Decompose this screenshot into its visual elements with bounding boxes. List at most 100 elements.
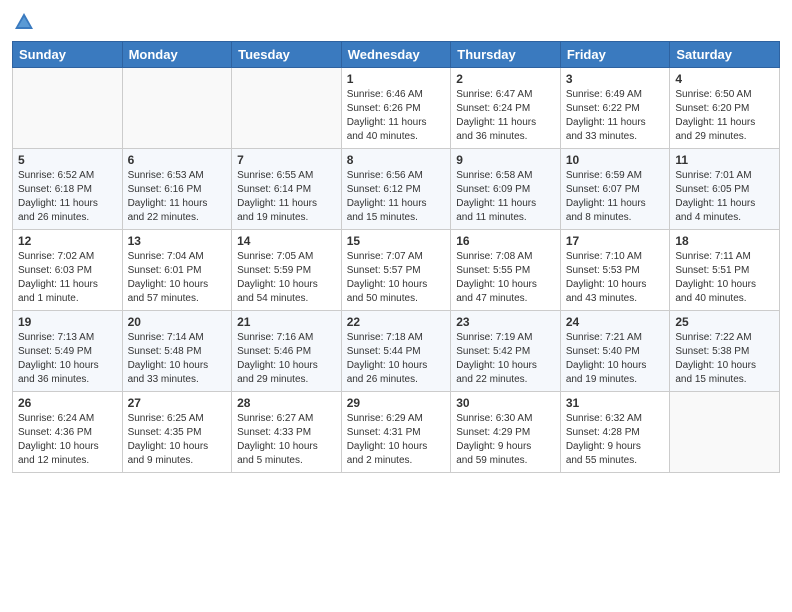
calendar-table: SundayMondayTuesdayWednesdayThursdayFrid…: [12, 41, 780, 473]
day-number: 18: [675, 234, 774, 248]
day-info: Sunrise: 7:16 AM Sunset: 5:46 PM Dayligh…: [237, 331, 336, 387]
day-info: Sunrise: 6:53 AM Sunset: 6:16 PM Dayligh…: [128, 169, 227, 225]
day-info: Sunrise: 6:30 AM Sunset: 4:29 PM Dayligh…: [456, 412, 555, 468]
calendar-cell: 26 Sunrise: 6:24 AM Sunset: 4:36 PM Dayli…: [13, 391, 123, 472]
calendar-cell: [122, 67, 232, 148]
day-number: 27: [128, 396, 227, 410]
calendar-cell: 23 Sunrise: 7:19 AM Sunset: 5:42 PM Dayli…: [451, 310, 561, 391]
day-info: Sunrise: 7:01 AM Sunset: 6:05 PM Dayligh…: [675, 169, 774, 225]
page-container: SundayMondayTuesdayWednesdayThursdayFrid…: [0, 0, 792, 483]
day-info: Sunrise: 7:19 AM Sunset: 5:42 PM Dayligh…: [456, 331, 555, 387]
day-info: Sunrise: 6:47 AM Sunset: 6:24 PM Dayligh…: [456, 88, 555, 144]
day-number: 4: [675, 72, 774, 86]
day-info: Sunrise: 6:27 AM Sunset: 4:33 PM Dayligh…: [237, 412, 336, 468]
day-info: Sunrise: 7:22 AM Sunset: 5:38 PM Dayligh…: [675, 331, 774, 387]
calendar-cell: 18 Sunrise: 7:11 AM Sunset: 5:51 PM Dayli…: [670, 229, 780, 310]
day-number: 1: [347, 72, 446, 86]
weekday-header-monday: Monday: [122, 41, 232, 67]
day-info: Sunrise: 7:13 AM Sunset: 5:49 PM Dayligh…: [18, 331, 117, 387]
calendar-cell: 15 Sunrise: 7:07 AM Sunset: 5:57 PM Dayli…: [341, 229, 451, 310]
day-number: 10: [566, 153, 665, 167]
weekday-header-friday: Friday: [560, 41, 670, 67]
calendar-week-2: 5Sunrise: 6:52 AM Sunset: 6:18 PM Daylig…: [13, 148, 780, 229]
calendar-cell: 25 Sunrise: 7:22 AM Sunset: 5:38 PM Dayli…: [670, 310, 780, 391]
day-info: Sunrise: 7:14 AM Sunset: 5:48 PM Dayligh…: [128, 331, 227, 387]
day-number: 7: [237, 153, 336, 167]
day-info: Sunrise: 7:08 AM Sunset: 5:55 PM Dayligh…: [456, 250, 555, 306]
logo: [12, 10, 35, 33]
calendar-header-row: SundayMondayTuesdayWednesdayThursdayFrid…: [13, 41, 780, 67]
weekday-header-saturday: Saturday: [670, 41, 780, 67]
day-number: 31: [566, 396, 665, 410]
day-number: 26: [18, 396, 117, 410]
day-info: Sunrise: 6:46 AM Sunset: 6:26 PM Dayligh…: [347, 88, 446, 144]
calendar-cell: 27 Sunrise: 6:25 AM Sunset: 4:35 PM Dayli…: [122, 391, 232, 472]
calendar-cell: 1 Sunrise: 6:46 AM Sunset: 6:26 PM Daylig…: [341, 67, 451, 148]
day-number: 11: [675, 153, 774, 167]
day-number: 8: [347, 153, 446, 167]
day-number: 2: [456, 72, 555, 86]
weekday-header-wednesday: Wednesday: [341, 41, 451, 67]
day-info: Sunrise: 7:10 AM Sunset: 5:53 PM Dayligh…: [566, 250, 665, 306]
calendar-cell: 29 Sunrise: 6:29 AM Sunset: 4:31 PM Dayli…: [341, 391, 451, 472]
calendar-cell: 7 Sunrise: 6:55 AM Sunset: 6:14 PM Daylig…: [232, 148, 342, 229]
day-number: 5: [18, 153, 117, 167]
day-number: 22: [347, 315, 446, 329]
calendar-cell: [13, 67, 123, 148]
calendar-cell: 9 Sunrise: 6:58 AM Sunset: 6:09 PM Daylig…: [451, 148, 561, 229]
calendar-cell: 4 Sunrise: 6:50 AM Sunset: 6:20 PM Daylig…: [670, 67, 780, 148]
calendar-week-4: 19 Sunrise: 7:13 AM Sunset: 5:49 PM Dayli…: [13, 310, 780, 391]
calendar-week-3: 12Sunrise: 7:02 AM Sunset: 6:03 PM Dayli…: [13, 229, 780, 310]
day-info: Sunrise: 7:02 AM Sunset: 6:03 PM Dayligh…: [18, 250, 117, 306]
day-number: 13: [128, 234, 227, 248]
calendar-cell: 24 Sunrise: 7:21 AM Sunset: 5:40 PM Dayli…: [560, 310, 670, 391]
calendar-week-5: 26 Sunrise: 6:24 AM Sunset: 4:36 PM Dayli…: [13, 391, 780, 472]
calendar-cell: 16Sunrise: 7:08 AM Sunset: 5:55 PM Dayli…: [451, 229, 561, 310]
day-number: 21: [237, 315, 336, 329]
day-info: Sunrise: 6:24 AM Sunset: 4:36 PM Dayligh…: [18, 412, 117, 468]
calendar-cell: 28Sunrise: 6:27 AM Sunset: 4:33 PM Dayli…: [232, 391, 342, 472]
calendar-week-1: 1 Sunrise: 6:46 AM Sunset: 6:26 PM Daylig…: [13, 67, 780, 148]
calendar-cell: 14Sunrise: 7:05 AM Sunset: 5:59 PM Dayli…: [232, 229, 342, 310]
day-number: 9: [456, 153, 555, 167]
day-info: Sunrise: 7:04 AM Sunset: 6:01 PM Dayligh…: [128, 250, 227, 306]
day-info: Sunrise: 6:29 AM Sunset: 4:31 PM Dayligh…: [347, 412, 446, 468]
weekday-header-sunday: Sunday: [13, 41, 123, 67]
calendar-cell: 6 Sunrise: 6:53 AM Sunset: 6:16 PM Daylig…: [122, 148, 232, 229]
day-info: Sunrise: 6:59 AM Sunset: 6:07 PM Dayligh…: [566, 169, 665, 225]
calendar-cell: 12Sunrise: 7:02 AM Sunset: 6:03 PM Dayli…: [13, 229, 123, 310]
day-number: 30: [456, 396, 555, 410]
day-number: 23: [456, 315, 555, 329]
logo-icon: [13, 11, 35, 33]
calendar-cell: 19 Sunrise: 7:13 AM Sunset: 5:49 PM Dayli…: [13, 310, 123, 391]
day-number: 24: [566, 315, 665, 329]
calendar-cell: 31Sunrise: 6:32 AM Sunset: 4:28 PM Dayli…: [560, 391, 670, 472]
day-number: 15: [347, 234, 446, 248]
day-info: Sunrise: 6:49 AM Sunset: 6:22 PM Dayligh…: [566, 88, 665, 144]
calendar-cell: 20Sunrise: 7:14 AM Sunset: 5:48 PM Dayli…: [122, 310, 232, 391]
day-info: Sunrise: 6:58 AM Sunset: 6:09 PM Dayligh…: [456, 169, 555, 225]
calendar-cell: 22Sunrise: 7:18 AM Sunset: 5:44 PM Dayli…: [341, 310, 451, 391]
weekday-header-thursday: Thursday: [451, 41, 561, 67]
page-header: [12, 10, 780, 33]
day-number: 25: [675, 315, 774, 329]
calendar-cell: 8Sunrise: 6:56 AM Sunset: 6:12 PM Daylig…: [341, 148, 451, 229]
day-info: Sunrise: 7:11 AM Sunset: 5:51 PM Dayligh…: [675, 250, 774, 306]
day-number: 29: [347, 396, 446, 410]
calendar-cell: 11 Sunrise: 7:01 AM Sunset: 6:05 PM Dayli…: [670, 148, 780, 229]
day-number: 3: [566, 72, 665, 86]
calendar-cell: 21 Sunrise: 7:16 AM Sunset: 5:46 PM Dayli…: [232, 310, 342, 391]
calendar-cell: [670, 391, 780, 472]
calendar-cell: 17Sunrise: 7:10 AM Sunset: 5:53 PM Dayli…: [560, 229, 670, 310]
day-number: 6: [128, 153, 227, 167]
day-info: Sunrise: 7:07 AM Sunset: 5:57 PM Dayligh…: [347, 250, 446, 306]
calendar-cell: 10 Sunrise: 6:59 AM Sunset: 6:07 PM Dayli…: [560, 148, 670, 229]
day-info: Sunrise: 6:55 AM Sunset: 6:14 PM Dayligh…: [237, 169, 336, 225]
day-info: Sunrise: 6:25 AM Sunset: 4:35 PM Dayligh…: [128, 412, 227, 468]
day-info: Sunrise: 7:21 AM Sunset: 5:40 PM Dayligh…: [566, 331, 665, 387]
logo-text: [12, 10, 35, 33]
calendar-cell: 2 Sunrise: 6:47 AM Sunset: 6:24 PM Daylig…: [451, 67, 561, 148]
day-number: 19: [18, 315, 117, 329]
calendar-cell: 13 Sunrise: 7:04 AM Sunset: 6:01 PM Dayli…: [122, 229, 232, 310]
day-info: Sunrise: 6:50 AM Sunset: 6:20 PM Dayligh…: [675, 88, 774, 144]
